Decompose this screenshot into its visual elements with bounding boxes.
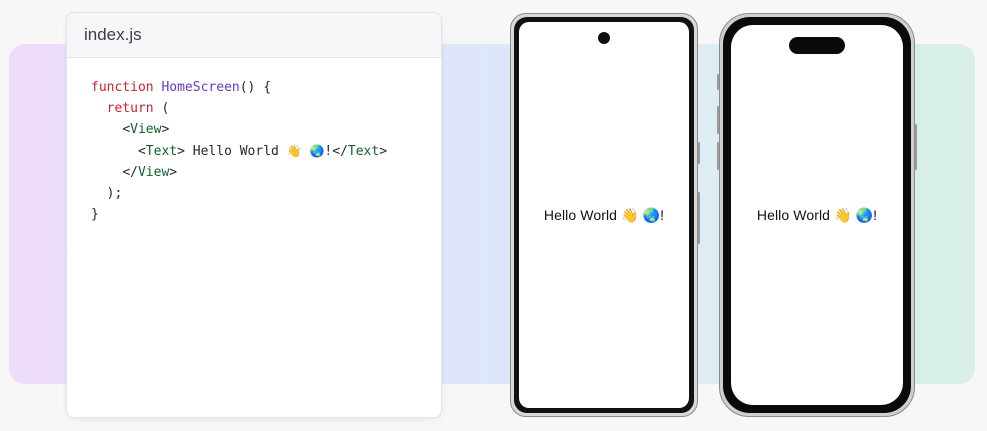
keyword-function: function	[91, 80, 154, 95]
code-punctuation: !</	[324, 143, 348, 159]
code-punctuation: <	[137, 143, 146, 159]
jsx-tag-view: View	[130, 122, 162, 138]
iphone-frame: Hello World 👋 🌏!	[717, 13, 917, 417]
code-text-content: > Hello World	[177, 143, 287, 159]
code-line-3: <View>	[91, 119, 441, 140]
android-bezel: Hello World 👋 🌏!	[514, 17, 694, 413]
dynamic-island	[789, 37, 845, 54]
iphone-side-button	[915, 124, 917, 170]
globe-emoji: 🌏	[309, 143, 325, 158]
iphone-hello-text: Hello World 👋 🌏!	[756, 206, 878, 223]
code-punctuation: <	[122, 122, 131, 138]
jsx-tag-text: Text	[145, 143, 178, 159]
iphone-screen[interactable]: Hello World 👋 🌏!	[731, 25, 903, 405]
code-line-6: );	[91, 183, 441, 204]
code-punctuation: }	[91, 207, 99, 223]
code-line-7: }	[91, 204, 441, 225]
iphone-bezel: Hello World 👋 🌏!	[723, 17, 911, 413]
jsx-tag-text-close: Text	[347, 143, 380, 159]
code-punctuation: (	[153, 101, 170, 117]
android-power-button	[698, 142, 700, 164]
code-line-2: return (	[91, 98, 441, 119]
camera-punch-hole	[598, 32, 610, 44]
waving-hand-emoji: 👋	[286, 143, 302, 158]
code-line-1: function HomeScreen() {	[91, 77, 441, 98]
android-volume-button	[698, 192, 700, 244]
code-punctuation: >	[161, 122, 170, 138]
file-tab[interactable]: index.js	[67, 13, 441, 58]
iphone-volume-down-button	[717, 142, 719, 170]
code-block[interactable]: function HomeScreen() { return ( <View> …	[67, 58, 441, 225]
code-punctuation: >	[169, 164, 178, 180]
code-editor-panel: index.js function HomeScreen() { return …	[66, 12, 442, 418]
jsx-tag-view-close: View	[137, 164, 170, 180]
iphone-volume-up-button	[717, 106, 719, 134]
code-line-5: </View>	[91, 162, 441, 183]
code-punctuation: );	[106, 186, 123, 202]
function-name: HomeScreen	[161, 80, 240, 95]
iphone-action-button	[717, 74, 719, 90]
keyword-return: return	[106, 101, 154, 117]
code-punctuation: </	[122, 164, 138, 180]
android-screen[interactable]: Hello World 👋 🌏!	[519, 22, 689, 408]
code-punctuation: () {	[239, 80, 272, 95]
code-punctuation: >	[379, 143, 388, 159]
filename-label: index.js	[84, 25, 142, 44]
android-phone-frame: Hello World 👋 🌏!	[510, 13, 700, 417]
android-hello-text: Hello World 👋 🌏!	[543, 206, 665, 223]
code-line-4: <Text> Hello World 👋 🌏!</Text>	[91, 141, 441, 162]
